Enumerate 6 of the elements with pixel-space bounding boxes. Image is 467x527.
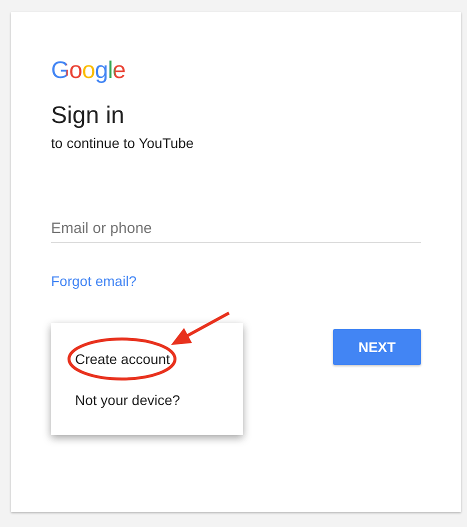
menu-item[interactable]: Not your device? <box>75 390 180 410</box>
next-button[interactable]: NEXT <box>333 329 421 365</box>
forgot-email-link[interactable]: Forgot email? <box>51 271 137 291</box>
heading: Sign in <box>51 101 124 131</box>
annotation-arrow <box>171 312 230 345</box>
subheading: to continue to YouTube <box>51 134 194 153</box>
